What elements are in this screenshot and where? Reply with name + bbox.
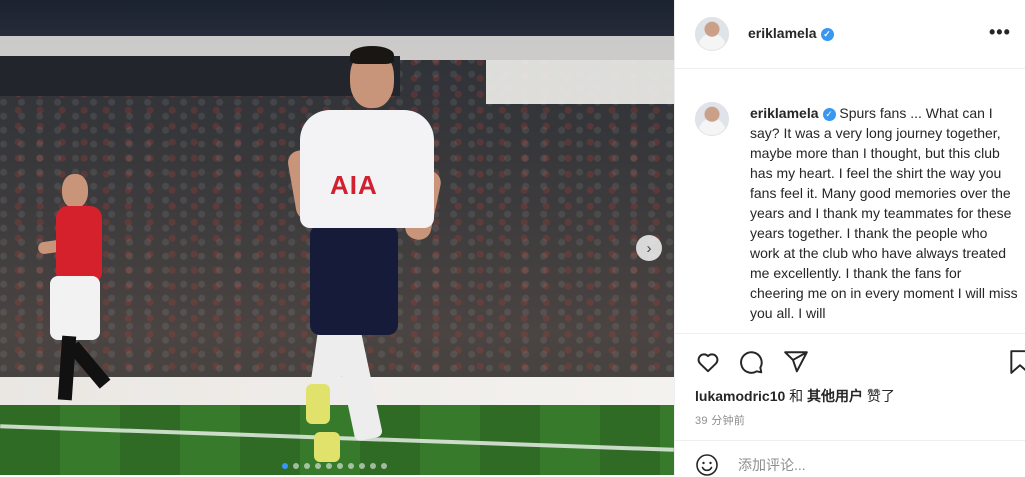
comment-composer bbox=[675, 440, 1025, 476]
author-username[interactable]: eriklamela ✓ bbox=[748, 25, 834, 41]
carousel-dot bbox=[337, 463, 343, 469]
caption-section: eriklamela ✓ Spurs fans ... What can I sa… bbox=[675, 68, 1025, 332]
share-icon bbox=[784, 351, 808, 373]
caption-text: Spurs fans ... What can I say? It was a … bbox=[750, 105, 1018, 321]
carousel-dot bbox=[359, 463, 365, 469]
author-avatar[interactable] bbox=[695, 17, 729, 51]
post-photo[interactable]: AIA › bbox=[0, 0, 674, 475]
post-sidebar: eriklamela ✓ ••• eriklamela ✓ Spurs fans .… bbox=[674, 0, 1025, 476]
carousel-indicator bbox=[282, 463, 387, 469]
side-advertising-board bbox=[486, 60, 674, 104]
player-shorts bbox=[310, 225, 398, 335]
post-caption: eriklamela ✓ Spurs fans ... What can I sa… bbox=[750, 103, 1018, 323]
save-button[interactable] bbox=[1007, 349, 1025, 375]
heart-icon bbox=[697, 353, 719, 373]
emoji-icon[interactable] bbox=[695, 453, 719, 477]
carousel-dot bbox=[282, 463, 288, 469]
likes-suffix: 赞了 bbox=[863, 388, 895, 404]
chevron-right-icon: › bbox=[646, 239, 652, 257]
stadium-tier bbox=[0, 56, 400, 96]
comment-icon bbox=[740, 351, 763, 374]
more-options-button[interactable]: ••• bbox=[989, 22, 1011, 43]
liked-by-user[interactable]: lukamodric10 bbox=[695, 388, 785, 404]
like-button[interactable] bbox=[695, 349, 721, 375]
carousel-dot bbox=[326, 463, 332, 469]
post-header: eriklamela ✓ ••• bbox=[675, 0, 1025, 69]
likes-summary: lukamodric10 和 其他用户 赞了 bbox=[695, 386, 895, 406]
player-shirt bbox=[300, 110, 434, 228]
bookmark-icon bbox=[1010, 350, 1025, 374]
caption-username[interactable]: eriklamela bbox=[750, 105, 819, 121]
carousel-dot bbox=[293, 463, 299, 469]
carousel-dot bbox=[304, 463, 310, 469]
player-boot bbox=[314, 432, 340, 462]
action-bar: lukamodric10 和 其他用户 赞了 39 分钟前 bbox=[675, 333, 1025, 434]
caption-avatar[interactable] bbox=[695, 102, 729, 136]
opponent-shirt bbox=[56, 206, 102, 284]
carousel-dot bbox=[348, 463, 354, 469]
more-icon: ••• bbox=[989, 22, 1011, 42]
carousel-dot bbox=[381, 463, 387, 469]
liked-by-others[interactable]: 其他用户 bbox=[807, 388, 863, 404]
opponent-head bbox=[62, 174, 88, 208]
carousel-dot bbox=[315, 463, 321, 469]
post-timestamp[interactable]: 39 分钟前 bbox=[695, 412, 745, 428]
player-hair bbox=[350, 46, 394, 64]
likes-connector: 和 bbox=[785, 388, 808, 404]
next-photo-button[interactable]: › bbox=[636, 235, 662, 261]
comment-input[interactable] bbox=[738, 454, 978, 476]
author-username-text: eriklamela bbox=[748, 25, 817, 41]
opponent-shorts bbox=[50, 276, 100, 340]
share-button[interactable] bbox=[783, 349, 809, 375]
comment-button[interactable] bbox=[738, 349, 764, 375]
shirt-sponsor-logo: AIA bbox=[330, 170, 378, 200]
carousel-dot bbox=[370, 463, 376, 469]
player-boot bbox=[306, 384, 330, 424]
verified-badge-icon: ✓ bbox=[820, 28, 834, 41]
verified-badge-icon: ✓ bbox=[822, 108, 836, 121]
